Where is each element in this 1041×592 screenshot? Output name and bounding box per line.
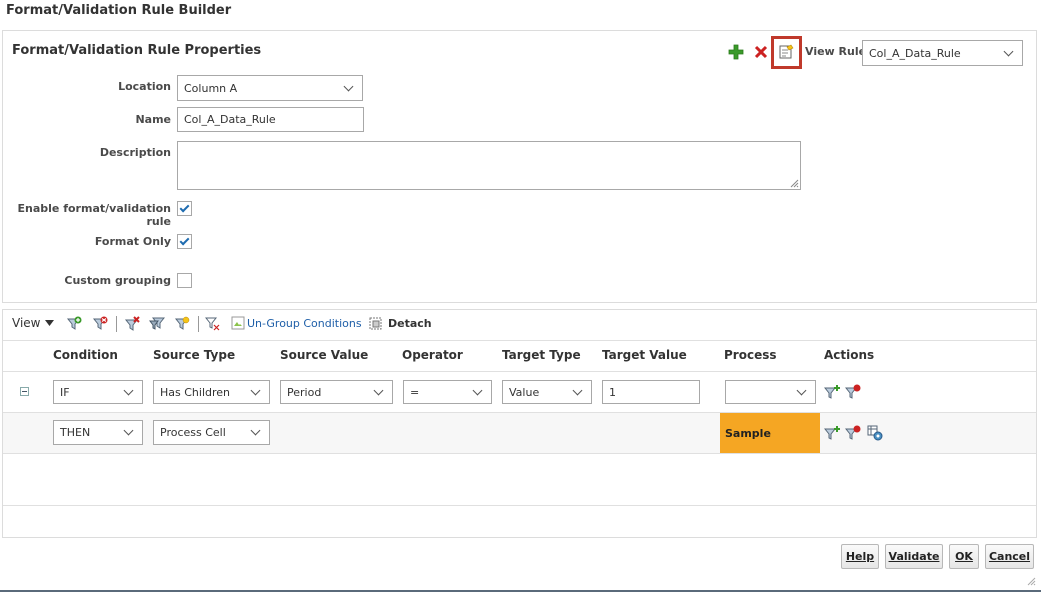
header-divider — [3, 371, 1036, 372]
chevron-down-icon — [1003, 46, 1014, 56]
source-value-value: Period — [287, 385, 322, 399]
location-select[interactable]: Column A — [177, 75, 363, 101]
source-type-select[interactable]: Has Children — [153, 380, 270, 404]
toolbar-divider — [3, 340, 1036, 341]
description-textarea[interactable] — [177, 141, 801, 190]
then-source-type-select[interactable]: Process Cell — [153, 420, 270, 445]
remove-action-icon[interactable] — [845, 425, 861, 441]
clear-filter-icon[interactable] — [205, 316, 221, 332]
resize-grip-icon[interactable] — [789, 178, 799, 188]
chevron-down-icon — [373, 385, 384, 395]
custom-grouping-label: Custom grouping — [64, 274, 171, 287]
operator-value: = — [410, 385, 420, 399]
source-type-value: Has Children — [160, 385, 231, 399]
chevron-down-icon — [250, 425, 261, 436]
toolbar-separator — [198, 316, 199, 332]
properties-title: Format/Validation Rule Properties — [12, 43, 262, 58]
view-menu-label: View — [12, 316, 41, 330]
process-select[interactable] — [725, 380, 816, 404]
custom-grouping-checkbox[interactable] — [177, 273, 192, 288]
detach-label: Detach — [388, 316, 432, 330]
header-process: Process — [724, 348, 777, 362]
header-source-type: Source Type — [153, 348, 236, 362]
remove-condition-icon[interactable] — [92, 316, 108, 332]
then-condition-select[interactable]: THEN — [53, 420, 143, 445]
then-source-type-value: Process Cell — [160, 426, 226, 439]
edit-rule-icon[interactable] — [778, 44, 794, 60]
add-action-icon[interactable] — [824, 425, 840, 441]
target-type-value: Value — [509, 385, 540, 399]
enable-rule-label: Enable format/validation rule — [17, 202, 171, 228]
detach-button[interactable]: Detach — [369, 316, 432, 330]
ungroup-conditions-link[interactable]: Un-Group Conditions — [231, 316, 362, 330]
format-only-checkbox[interactable] — [177, 234, 192, 249]
location-value: Column A — [184, 81, 238, 95]
add-rule-icon[interactable] — [728, 44, 744, 60]
view-rule-label: View Rule — [805, 45, 867, 58]
format-only-label: Format Only — [94, 235, 171, 248]
target-value-input[interactable]: 1 — [602, 380, 700, 404]
group-conditions-icon[interactable] — [149, 316, 165, 332]
chevron-down-icon — [796, 385, 807, 395]
chevron-down-icon — [123, 385, 134, 395]
toolbar-separator — [116, 316, 117, 332]
filter-settings-icon[interactable] — [174, 316, 190, 332]
location-label: Location — [118, 80, 171, 93]
view-rule-select[interactable]: Col_A_Data_Rule — [862, 40, 1023, 66]
condition-value: IF — [60, 385, 70, 399]
delete-rule-icon[interactable] — [753, 44, 769, 60]
header-target-value: Target Value — [602, 348, 687, 362]
operator-select[interactable]: = — [403, 380, 492, 404]
row-divider — [3, 505, 1036, 506]
check-icon — [179, 202, 190, 212]
header-actions: Actions — [824, 348, 875, 362]
delete-condition-icon[interactable] — [124, 316, 140, 332]
name-label: Name — [135, 113, 171, 126]
enable-rule-checkbox[interactable] — [177, 201, 192, 216]
chevron-down-icon — [123, 425, 134, 436]
add-condition-row-icon[interactable] — [824, 384, 840, 400]
collapse-icon[interactable] — [20, 387, 29, 396]
chevron-down-icon — [572, 385, 583, 395]
process-cell-sample[interactable]: Sample — [720, 413, 820, 453]
remove-condition-row-icon[interactable] — [845, 384, 861, 400]
source-value-select[interactable]: Period — [280, 380, 393, 404]
row-divider — [3, 453, 1036, 454]
view-menu[interactable]: View — [12, 316, 55, 330]
chevron-down-icon — [250, 385, 261, 395]
header-target-type: Target Type — [502, 348, 581, 362]
chevron-down-icon — [472, 385, 483, 395]
window-resize-grip-icon[interactable] — [1026, 576, 1036, 586]
ungroup-conditions-label: Un-Group Conditions — [247, 316, 362, 330]
process-cell-label: Sample — [725, 426, 771, 440]
validate-button[interactable]: Validate — [885, 544, 943, 569]
name-input[interactable]: Col_A_Data_Rule — [177, 107, 364, 132]
caret-down-icon — [45, 320, 55, 326]
help-button[interactable]: Help — [841, 544, 879, 569]
broken-image-icon — [231, 316, 245, 330]
target-type-select[interactable]: Value — [502, 380, 592, 404]
header-condition: Condition — [53, 348, 118, 362]
format-cell-icon[interactable] — [867, 425, 883, 441]
cancel-button[interactable]: Cancel — [985, 544, 1034, 569]
description-label: Description — [99, 146, 171, 159]
page-title: Format/Validation Rule Builder — [6, 3, 232, 18]
chevron-down-icon — [343, 81, 354, 91]
header-source-value: Source Value — [280, 348, 369, 362]
then-condition-value: THEN — [60, 426, 91, 439]
check-icon — [179, 235, 190, 245]
detach-icon — [369, 317, 382, 330]
add-condition-icon[interactable] — [66, 316, 82, 332]
view-rule-value: Col_A_Data_Rule — [869, 46, 961, 60]
condition-select[interactable]: IF — [53, 380, 143, 404]
header-operator: Operator — [402, 348, 463, 362]
ok-button[interactable]: OK — [949, 544, 979, 569]
